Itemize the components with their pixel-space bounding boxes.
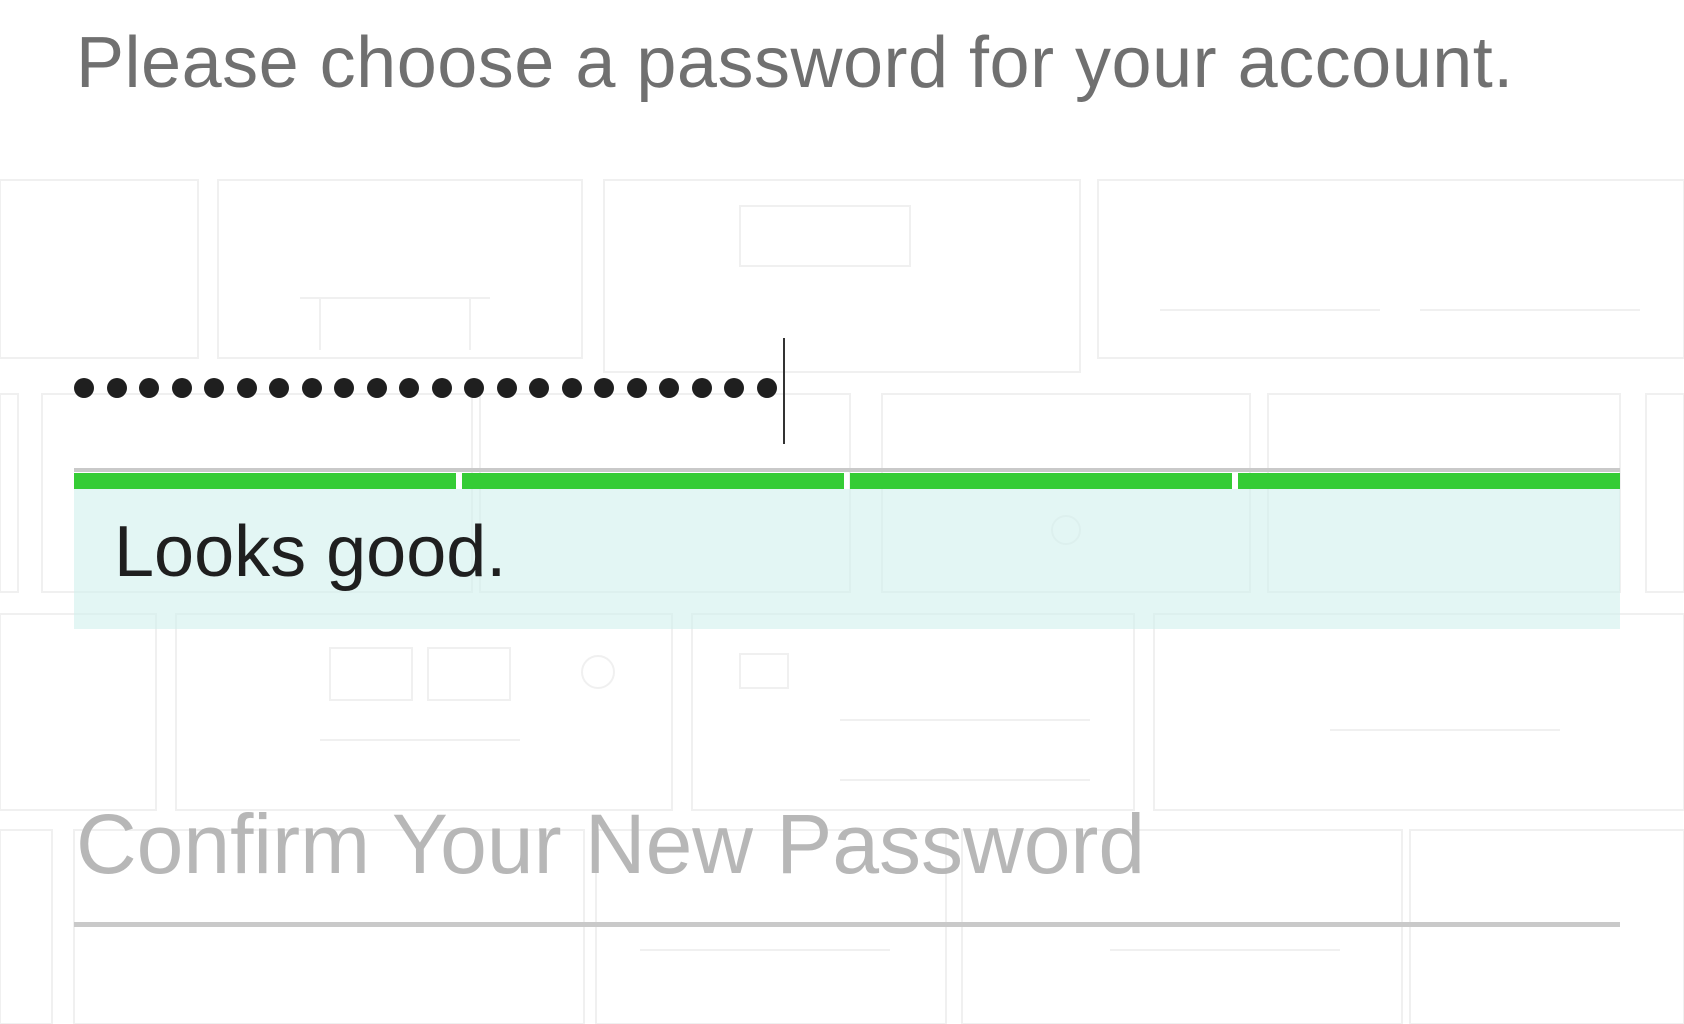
strength-segment-2 — [462, 473, 844, 489]
text-cursor — [783, 338, 785, 444]
password-input[interactable] — [74, 338, 1620, 458]
confirm-password-placeholder: Confirm Your New Password — [76, 797, 1146, 891]
instruction-heading: Please choose a password for your accoun… — [76, 23, 1514, 103]
password-feedback-message: Looks good. — [114, 512, 507, 592]
strength-segment-1 — [74, 473, 456, 489]
confirm-field-underline — [74, 922, 1620, 927]
password-strength-meter — [74, 473, 1620, 489]
masked-password-dots — [74, 378, 777, 398]
password-field-underline — [74, 468, 1620, 472]
password-setup-screen: Please choose a password for your accoun… — [0, 0, 1684, 1024]
confirm-password-input[interactable]: Confirm Your New Password — [74, 790, 1620, 930]
password-feedback-box: Looks good. — [74, 489, 1620, 629]
strength-segment-4 — [1238, 473, 1620, 489]
strength-segment-3 — [850, 473, 1232, 489]
